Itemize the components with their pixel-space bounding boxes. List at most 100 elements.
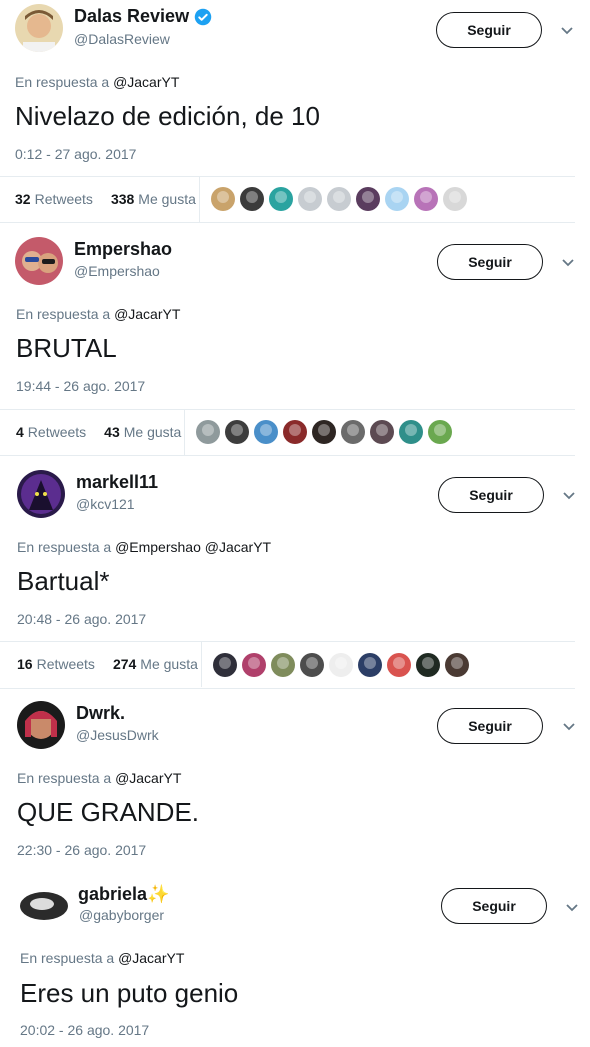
- follow-button[interactable]: Seguir: [441, 888, 547, 924]
- retweets-count[interactable]: 32: [15, 191, 31, 207]
- liker-avatar[interactable]: [300, 653, 324, 677]
- follow-button[interactable]: Seguir: [437, 708, 543, 744]
- liker-avatar[interactable]: [385, 187, 409, 211]
- reply-mentions[interactable]: @JacarYT: [113, 74, 179, 90]
- user-name[interactable]: gabriela✨: [78, 884, 169, 905]
- avatar[interactable]: [17, 701, 65, 749]
- tweet-timestamp[interactable]: 20:02 - 26 ago. 2017: [20, 1022, 149, 1038]
- tweet-stats: 4 Retweets 43 Me gusta: [16, 409, 181, 455]
- likes-count[interactable]: 274: [113, 656, 136, 672]
- liker-avatar[interactable]: [445, 653, 469, 677]
- user-handle[interactable]: @kcv121: [76, 496, 135, 512]
- retweets-count[interactable]: 4: [16, 424, 24, 440]
- avatar[interactable]: [15, 237, 63, 285]
- liker-avatar[interactable]: [428, 420, 452, 444]
- liker-face: [434, 424, 446, 436]
- tweet-timestamp[interactable]: 22:30 - 26 ago. 2017: [17, 842, 146, 858]
- follow-button[interactable]: Seguir: [437, 244, 543, 280]
- liker-avatar[interactable]: [242, 653, 266, 677]
- liker-avatar[interactable]: [254, 420, 278, 444]
- liker-avatar[interactable]: [356, 187, 380, 211]
- liker-avatar[interactable]: [341, 420, 365, 444]
- retweets-label[interactable]: Retweets: [37, 656, 95, 672]
- retweets-label[interactable]: Retweets: [35, 191, 93, 207]
- reply-mentions[interactable]: @JacarYT: [114, 306, 180, 322]
- reply-mentions[interactable]: @Empershao @JacarYT: [115, 539, 271, 555]
- chevron-down-icon[interactable]: [561, 487, 577, 503]
- tweet: gabriela✨ @gabyborger Seguir En respuest…: [0, 870, 590, 1047]
- likes-label[interactable]: Me gusta: [140, 656, 198, 672]
- liker-avatar[interactable]: [329, 653, 353, 677]
- reply-prefix: En respuesta a: [20, 950, 115, 966]
- divider: [199, 176, 200, 222]
- liker-avatar[interactable]: [283, 420, 307, 444]
- liker-face: [306, 657, 318, 669]
- tweet-timestamp[interactable]: 19:44 - 26 ago. 2017: [16, 378, 145, 394]
- liker-face: [246, 191, 258, 203]
- tweet: Empershao @Empershao Seguir En respuesta…: [0, 232, 590, 456]
- liker-avatar[interactable]: [312, 420, 336, 444]
- reply-context: En respuesta a @JacarYT: [16, 306, 180, 322]
- liker-avatar[interactable]: [443, 187, 467, 211]
- reply-prefix: En respuesta a: [17, 539, 112, 555]
- user-handle[interactable]: @DalasReview: [74, 31, 170, 47]
- liker-avatar[interactable]: [370, 420, 394, 444]
- user-name[interactable]: Empershao: [74, 239, 172, 260]
- likes-count[interactable]: 338: [111, 191, 134, 207]
- user-name[interactable]: markell11: [76, 472, 158, 493]
- user-name[interactable]: Dalas Review: [74, 6, 189, 27]
- chevron-down-icon[interactable]: [564, 899, 580, 915]
- reply-context: En respuesta a @JacarYT: [20, 950, 184, 966]
- follow-button[interactable]: Seguir: [438, 477, 544, 513]
- liker-avatar[interactable]: [327, 187, 351, 211]
- liker-avatar[interactable]: [211, 187, 235, 211]
- chevron-down-icon[interactable]: [559, 22, 575, 38]
- liker-avatar[interactable]: [271, 653, 295, 677]
- tweet-stats: 32 Retweets 338 Me gusta: [15, 176, 196, 222]
- liker-avatar[interactable]: [399, 420, 423, 444]
- liker-avatar[interactable]: [213, 653, 237, 677]
- liker-face: [393, 657, 405, 669]
- tweet: Dwrk. @JesusDwrk Seguir En respuesta a @…: [0, 696, 590, 866]
- liker-face: [217, 191, 229, 203]
- user-handle[interactable]: @gabyborger: [79, 907, 164, 923]
- liker-face: [318, 424, 330, 436]
- chevron-down-icon[interactable]: [561, 718, 577, 734]
- liker-avatar[interactable]: [196, 420, 220, 444]
- user-name[interactable]: Dwrk.: [76, 703, 125, 724]
- likes-label[interactable]: Me gusta: [124, 424, 182, 440]
- liker-face: [275, 191, 287, 203]
- liker-avatar[interactable]: [414, 187, 438, 211]
- avatar[interactable]: [15, 4, 63, 52]
- reply-mentions[interactable]: @JacarYT: [115, 770, 181, 786]
- avatar[interactable]: [20, 882, 68, 930]
- avatar[interactable]: [17, 470, 65, 518]
- follow-button[interactable]: Seguir: [436, 12, 542, 48]
- liker-avatar[interactable]: [225, 420, 249, 444]
- chevron-down-icon[interactable]: [560, 254, 576, 270]
- liker-face: [347, 424, 359, 436]
- reply-context: En respuesta a @JacarYT: [15, 74, 179, 90]
- liker-avatar[interactable]: [387, 653, 411, 677]
- liker-avatar[interactable]: [240, 187, 264, 211]
- liker-avatar[interactable]: [416, 653, 440, 677]
- retweets-count[interactable]: 16: [17, 656, 33, 672]
- tweet: markell11 @kcv121 Seguir En respuesta a …: [0, 464, 590, 689]
- tweet-text: BRUTAL: [16, 333, 117, 363]
- liker-face: [449, 191, 461, 203]
- reply-mentions[interactable]: @JacarYT: [118, 950, 184, 966]
- liker-avatar[interactable]: [298, 187, 322, 211]
- user-handle[interactable]: @JesusDwrk: [76, 727, 159, 743]
- liker-avatar[interactable]: [269, 187, 293, 211]
- divider: [184, 409, 185, 455]
- tweet-timestamp[interactable]: 0:12 - 27 ago. 2017: [15, 146, 136, 162]
- retweets-label[interactable]: Retweets: [28, 424, 86, 440]
- liker-avatar[interactable]: [358, 653, 382, 677]
- reply-context: En respuesta a @JacarYT: [17, 770, 181, 786]
- likes-label[interactable]: Me gusta: [138, 191, 196, 207]
- likes-count[interactable]: 43: [104, 424, 120, 440]
- user-handle[interactable]: @Empershao: [74, 263, 160, 279]
- tweet-text: QUE GRANDE.: [17, 797, 200, 827]
- tweet-timestamp[interactable]: 20:48 - 26 ago. 2017: [17, 611, 146, 627]
- reply-prefix: En respuesta a: [15, 74, 110, 90]
